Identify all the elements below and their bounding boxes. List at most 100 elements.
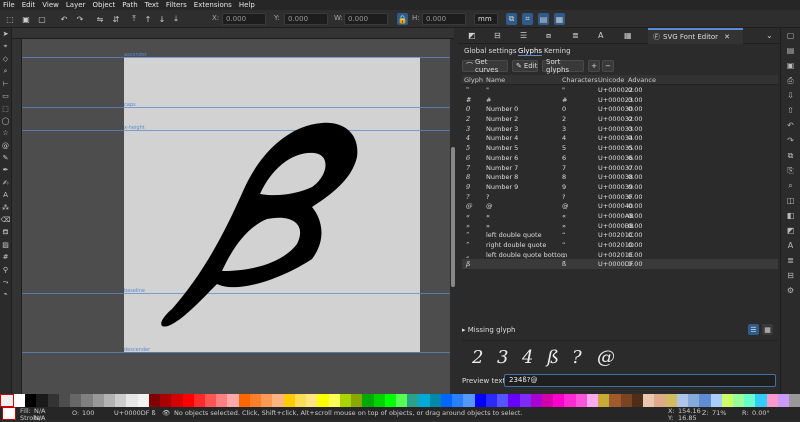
color-swatch[interactable]	[530, 394, 543, 407]
star-tool-icon[interactable]: ☆	[0, 127, 11, 139]
scale-corners-icon[interactable]: ⌗	[522, 13, 533, 25]
color-swatch[interactable]	[553, 394, 565, 407]
color-swatch[interactable]	[70, 394, 82, 407]
menu-extensions[interactable]: Extensions	[194, 1, 232, 9]
color-swatch[interactable]	[508, 394, 520, 407]
color-swatch[interactable]	[733, 394, 745, 407]
copy-icon[interactable]: ⧉	[781, 148, 800, 163]
color-swatch[interactable]	[429, 394, 441, 407]
color-swatch[interactable]	[115, 394, 127, 407]
select-all-icon[interactable]: ⬚	[4, 13, 16, 25]
eraser-tool-icon[interactable]: ⌫	[0, 214, 11, 226]
ungroup-icon[interactable]: ◧	[781, 208, 800, 223]
color-swatch[interactable]	[362, 394, 374, 407]
text-font-icon[interactable]: A	[781, 238, 800, 253]
color-swatch[interactable]	[463, 394, 475, 407]
deselect-icon[interactable]: ▢	[36, 13, 48, 25]
h-field[interactable]: 0.000	[422, 13, 466, 25]
rotate-ccw-icon[interactable]: ↶	[58, 13, 70, 25]
fill-stroke-tab-icon[interactable]: ◩	[468, 31, 476, 40]
color-swatch[interactable]	[272, 394, 284, 407]
color-swatch[interactable]	[598, 394, 610, 407]
paste-icon[interactable]: ⎘	[781, 163, 800, 178]
move-gradients-icon[interactable]: ▤	[538, 13, 549, 25]
menu-path[interactable]: Path	[122, 1, 137, 9]
glyph-row[interactable]: 6 Number 6 6 U+000036 0.00	[462, 153, 778, 163]
color-swatch[interactable]	[58, 394, 71, 407]
no-paint-swatch[interactable]	[0, 394, 14, 407]
export-icon[interactable]: ⇧	[781, 103, 800, 118]
canvas-vertical-scrollbar[interactable]	[450, 39, 456, 394]
color-swatch[interactable]	[384, 394, 396, 407]
close-tab-icon[interactable]: ✕	[724, 33, 730, 41]
scrollbar-thumb[interactable]	[451, 147, 455, 287]
swatches-tab-icon[interactable]: ▦	[624, 31, 632, 40]
col-characters[interactable]: Characters	[562, 76, 597, 84]
layers-tab-icon[interactable]: ⧈	[546, 31, 551, 41]
menu-filters[interactable]: Filters	[166, 1, 187, 9]
color-swatch[interactable]	[36, 394, 48, 407]
selector-tool-icon[interactable]: ➤	[0, 28, 11, 40]
glyph-row[interactable]: 2 Number 2 2 U+000032 0.00	[462, 114, 778, 124]
color-swatch[interactable]	[216, 394, 228, 407]
color-swatch[interactable]	[676, 394, 689, 407]
tweak-tool-icon[interactable]: ◇	[0, 53, 11, 65]
dropper-tool-icon[interactable]: ⚲	[0, 263, 11, 275]
color-swatch[interactable]	[564, 394, 576, 407]
color-swatch[interactable]	[699, 394, 711, 407]
connector-tool-icon[interactable]: ⤳	[0, 276, 11, 288]
color-swatch[interactable]	[328, 394, 340, 407]
unit-select[interactable]: mm	[474, 13, 498, 25]
menu-view[interactable]: View	[42, 1, 59, 9]
color-swatch[interactable]	[306, 394, 318, 407]
pencil-tool-icon[interactable]: ✎	[0, 152, 11, 164]
color-swatch[interactable]	[47, 394, 59, 407]
preferences-icon[interactable]: ⚙	[781, 283, 800, 298]
rect-tool-icon[interactable]: ▭	[0, 90, 11, 102]
color-swatch[interactable]	[643, 394, 655, 407]
color-swatch[interactable]	[204, 394, 217, 407]
menu-help[interactable]: Help	[239, 1, 255, 9]
scale-stroke-icon[interactable]: ⧉	[506, 13, 517, 25]
color-swatch[interactable]	[609, 394, 621, 407]
color-swatch[interactable]	[631, 394, 644, 407]
glyph-row[interactable]: »»» U+0000BB 0.00	[462, 221, 778, 231]
preview-text-input[interactable]: 234ß?@	[504, 374, 776, 387]
color-swatch[interactable]	[14, 394, 26, 407]
glyph-row[interactable]: 7 Number 7 7 U+000037 0.00	[462, 163, 778, 173]
color-swatch[interactable]	[542, 394, 554, 407]
current-layer[interactable]: U+0000DF ß	[114, 409, 156, 417]
sort-glyphs-button[interactable]: Sort glyphs	[542, 58, 584, 74]
color-swatch[interactable]	[238, 394, 250, 407]
color-swatch[interactable]	[339, 394, 352, 407]
color-swatch[interactable]	[755, 394, 767, 407]
tab-glyphs[interactable]: Glyphs	[518, 47, 543, 56]
spray-tool-icon[interactable]: ⁂	[0, 201, 11, 213]
color-swatch[interactable]	[789, 394, 800, 407]
fill-swatch-none[interactable]	[2, 407, 16, 420]
group-icon[interactable]: ◫	[781, 193, 800, 208]
lpe-tool-icon[interactable]: ⌁	[0, 288, 11, 300]
flip-vertical-icon[interactable]: ⇵	[110, 13, 122, 25]
glyph-row[interactable]: 4 Number 4 4 U+000034 0.00	[462, 133, 778, 143]
color-swatch[interactable]	[227, 394, 239, 407]
color-swatch[interactable]	[395, 394, 408, 407]
raise-to-top-icon[interactable]: ⤒	[128, 13, 140, 25]
color-swatch[interactable]	[688, 394, 700, 407]
col-name[interactable]: Name	[486, 76, 505, 84]
lower-icon[interactable]: ↓	[156, 13, 168, 25]
edit-button[interactable]: ✎ Edit	[512, 60, 538, 72]
spiral-tool-icon[interactable]: @	[0, 140, 11, 152]
canvas[interactable]: ascender caps x-height baseline descende…	[22, 39, 450, 394]
color-swatch[interactable]	[25, 394, 37, 407]
import-icon[interactable]: ⇩	[781, 88, 800, 103]
color-swatch[interactable]	[171, 394, 183, 407]
color-swatch[interactable]	[575, 394, 587, 407]
undo-icon[interactable]: ↶	[781, 118, 800, 133]
new-document-icon[interactable]: ▢	[781, 28, 800, 43]
save-icon[interactable]: ▣	[781, 58, 800, 73]
col-advance[interactable]: Advance	[628, 76, 656, 84]
node-tool-icon[interactable]: ⌖	[0, 40, 11, 52]
mesh-tool-icon[interactable]: #	[0, 251, 11, 263]
lower-to-bottom-icon[interactable]: ⤓	[170, 13, 182, 25]
